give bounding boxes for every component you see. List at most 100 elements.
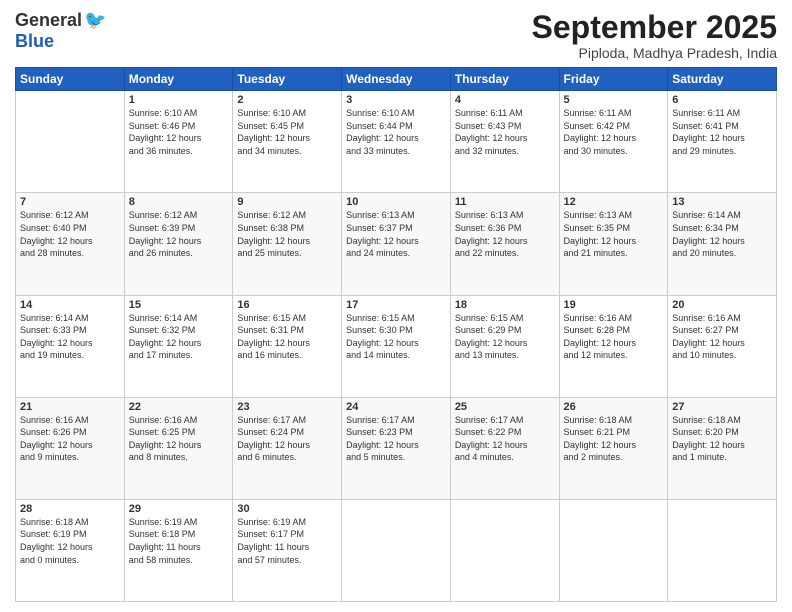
day-number: 1 <box>129 94 229 106</box>
cell-info: Sunrise: 6:11 AM Sunset: 6:42 PM Dayligh… <box>564 107 664 157</box>
weekday-header-saturday: Saturday <box>668 68 777 91</box>
calendar-cell: 5Sunrise: 6:11 AM Sunset: 6:42 PM Daylig… <box>559 91 668 193</box>
cell-info: Sunrise: 6:12 AM Sunset: 6:40 PM Dayligh… <box>20 209 120 259</box>
day-number: 17 <box>346 299 446 311</box>
day-number: 9 <box>237 196 337 208</box>
cell-info: Sunrise: 6:16 AM Sunset: 6:25 PM Dayligh… <box>129 414 229 464</box>
calendar-cell: 25Sunrise: 6:17 AM Sunset: 6:22 PM Dayli… <box>450 397 559 499</box>
calendar-cell: 1Sunrise: 6:10 AM Sunset: 6:46 PM Daylig… <box>124 91 233 193</box>
calendar-cell <box>559 499 668 601</box>
week-row-0: 1Sunrise: 6:10 AM Sunset: 6:46 PM Daylig… <box>16 91 777 193</box>
day-number: 22 <box>129 401 229 413</box>
calendar-cell: 6Sunrise: 6:11 AM Sunset: 6:41 PM Daylig… <box>668 91 777 193</box>
calendar-cell: 2Sunrise: 6:10 AM Sunset: 6:45 PM Daylig… <box>233 91 342 193</box>
calendar-cell: 23Sunrise: 6:17 AM Sunset: 6:24 PM Dayli… <box>233 397 342 499</box>
calendar-cell: 17Sunrise: 6:15 AM Sunset: 6:30 PM Dayli… <box>342 295 451 397</box>
weekday-header-friday: Friday <box>559 68 668 91</box>
cell-info: Sunrise: 6:16 AM Sunset: 6:26 PM Dayligh… <box>20 414 120 464</box>
day-number: 10 <box>346 196 446 208</box>
day-number: 6 <box>672 94 772 106</box>
cell-info: Sunrise: 6:19 AM Sunset: 6:18 PM Dayligh… <box>129 516 229 566</box>
cell-info: Sunrise: 6:10 AM Sunset: 6:45 PM Dayligh… <box>237 107 337 157</box>
cell-info: Sunrise: 6:16 AM Sunset: 6:27 PM Dayligh… <box>672 312 772 362</box>
week-row-3: 21Sunrise: 6:16 AM Sunset: 6:26 PM Dayli… <box>16 397 777 499</box>
day-number: 18 <box>455 299 555 311</box>
week-row-4: 28Sunrise: 6:18 AM Sunset: 6:19 PM Dayli… <box>16 499 777 601</box>
day-number: 19 <box>564 299 664 311</box>
calendar-cell: 15Sunrise: 6:14 AM Sunset: 6:32 PM Dayli… <box>124 295 233 397</box>
calendar-cell: 13Sunrise: 6:14 AM Sunset: 6:34 PM Dayli… <box>668 193 777 295</box>
day-number: 21 <box>20 401 120 413</box>
cell-info: Sunrise: 6:12 AM Sunset: 6:39 PM Dayligh… <box>129 209 229 259</box>
cell-info: Sunrise: 6:18 AM Sunset: 6:20 PM Dayligh… <box>672 414 772 464</box>
calendar-cell: 20Sunrise: 6:16 AM Sunset: 6:27 PM Dayli… <box>668 295 777 397</box>
calendar-cell: 14Sunrise: 6:14 AM Sunset: 6:33 PM Dayli… <box>16 295 125 397</box>
weekday-header-sunday: Sunday <box>16 68 125 91</box>
logo: General 🐦 Blue <box>15 10 106 52</box>
day-number: 11 <box>455 196 555 208</box>
cell-info: Sunrise: 6:18 AM Sunset: 6:19 PM Dayligh… <box>20 516 120 566</box>
calendar-cell <box>668 499 777 601</box>
cell-info: Sunrise: 6:17 AM Sunset: 6:24 PM Dayligh… <box>237 414 337 464</box>
cell-info: Sunrise: 6:17 AM Sunset: 6:22 PM Dayligh… <box>455 414 555 464</box>
day-number: 8 <box>129 196 229 208</box>
calendar-cell: 7Sunrise: 6:12 AM Sunset: 6:40 PM Daylig… <box>16 193 125 295</box>
month-title: September 2025 <box>532 10 777 45</box>
calendar-cell <box>450 499 559 601</box>
calendar-cell: 28Sunrise: 6:18 AM Sunset: 6:19 PM Dayli… <box>16 499 125 601</box>
cell-info: Sunrise: 6:13 AM Sunset: 6:36 PM Dayligh… <box>455 209 555 259</box>
day-number: 12 <box>564 196 664 208</box>
cell-info: Sunrise: 6:13 AM Sunset: 6:37 PM Dayligh… <box>346 209 446 259</box>
cell-info: Sunrise: 6:11 AM Sunset: 6:41 PM Dayligh… <box>672 107 772 157</box>
day-number: 3 <box>346 94 446 106</box>
weekday-header-thursday: Thursday <box>450 68 559 91</box>
day-number: 29 <box>129 503 229 515</box>
day-number: 26 <box>564 401 664 413</box>
title-block: September 2025 Piploda, Madhya Pradesh, … <box>532 10 777 61</box>
calendar-cell: 11Sunrise: 6:13 AM Sunset: 6:36 PM Dayli… <box>450 193 559 295</box>
day-number: 14 <box>20 299 120 311</box>
cell-info: Sunrise: 6:14 AM Sunset: 6:32 PM Dayligh… <box>129 312 229 362</box>
calendar-cell: 3Sunrise: 6:10 AM Sunset: 6:44 PM Daylig… <box>342 91 451 193</box>
calendar: SundayMondayTuesdayWednesdayThursdayFrid… <box>15 67 777 602</box>
logo-general-text: General <box>15 10 82 31</box>
day-number: 13 <box>672 196 772 208</box>
calendar-cell: 16Sunrise: 6:15 AM Sunset: 6:31 PM Dayli… <box>233 295 342 397</box>
calendar-cell: 26Sunrise: 6:18 AM Sunset: 6:21 PM Dayli… <box>559 397 668 499</box>
weekday-header-wednesday: Wednesday <box>342 68 451 91</box>
day-number: 30 <box>237 503 337 515</box>
weekday-header-monday: Monday <box>124 68 233 91</box>
week-row-1: 7Sunrise: 6:12 AM Sunset: 6:40 PM Daylig… <box>16 193 777 295</box>
cell-info: Sunrise: 6:17 AM Sunset: 6:23 PM Dayligh… <box>346 414 446 464</box>
calendar-cell: 30Sunrise: 6:19 AM Sunset: 6:17 PM Dayli… <box>233 499 342 601</box>
cell-info: Sunrise: 6:12 AM Sunset: 6:38 PM Dayligh… <box>237 209 337 259</box>
cell-info: Sunrise: 6:14 AM Sunset: 6:34 PM Dayligh… <box>672 209 772 259</box>
day-number: 15 <box>129 299 229 311</box>
week-row-2: 14Sunrise: 6:14 AM Sunset: 6:33 PM Dayli… <box>16 295 777 397</box>
calendar-cell <box>342 499 451 601</box>
calendar-cell: 27Sunrise: 6:18 AM Sunset: 6:20 PM Dayli… <box>668 397 777 499</box>
day-number: 16 <box>237 299 337 311</box>
day-number: 7 <box>20 196 120 208</box>
day-number: 28 <box>20 503 120 515</box>
day-number: 27 <box>672 401 772 413</box>
cell-info: Sunrise: 6:19 AM Sunset: 6:17 PM Dayligh… <box>237 516 337 566</box>
location: Piploda, Madhya Pradesh, India <box>532 45 777 61</box>
day-number: 20 <box>672 299 772 311</box>
logo-bird-icon: 🐦 <box>84 10 106 31</box>
calendar-cell: 24Sunrise: 6:17 AM Sunset: 6:23 PM Dayli… <box>342 397 451 499</box>
cell-info: Sunrise: 6:16 AM Sunset: 6:28 PM Dayligh… <box>564 312 664 362</box>
calendar-cell: 19Sunrise: 6:16 AM Sunset: 6:28 PM Dayli… <box>559 295 668 397</box>
calendar-cell <box>16 91 125 193</box>
page: General 🐦 Blue September 2025 Piploda, M… <box>0 0 792 612</box>
cell-info: Sunrise: 6:13 AM Sunset: 6:35 PM Dayligh… <box>564 209 664 259</box>
weekday-header-tuesday: Tuesday <box>233 68 342 91</box>
cell-info: Sunrise: 6:10 AM Sunset: 6:44 PM Dayligh… <box>346 107 446 157</box>
calendar-cell: 22Sunrise: 6:16 AM Sunset: 6:25 PM Dayli… <box>124 397 233 499</box>
day-number: 2 <box>237 94 337 106</box>
cell-info: Sunrise: 6:14 AM Sunset: 6:33 PM Dayligh… <box>20 312 120 362</box>
logo-blue-text: Blue <box>15 31 54 52</box>
day-number: 5 <box>564 94 664 106</box>
calendar-cell: 29Sunrise: 6:19 AM Sunset: 6:18 PM Dayli… <box>124 499 233 601</box>
cell-info: Sunrise: 6:15 AM Sunset: 6:31 PM Dayligh… <box>237 312 337 362</box>
